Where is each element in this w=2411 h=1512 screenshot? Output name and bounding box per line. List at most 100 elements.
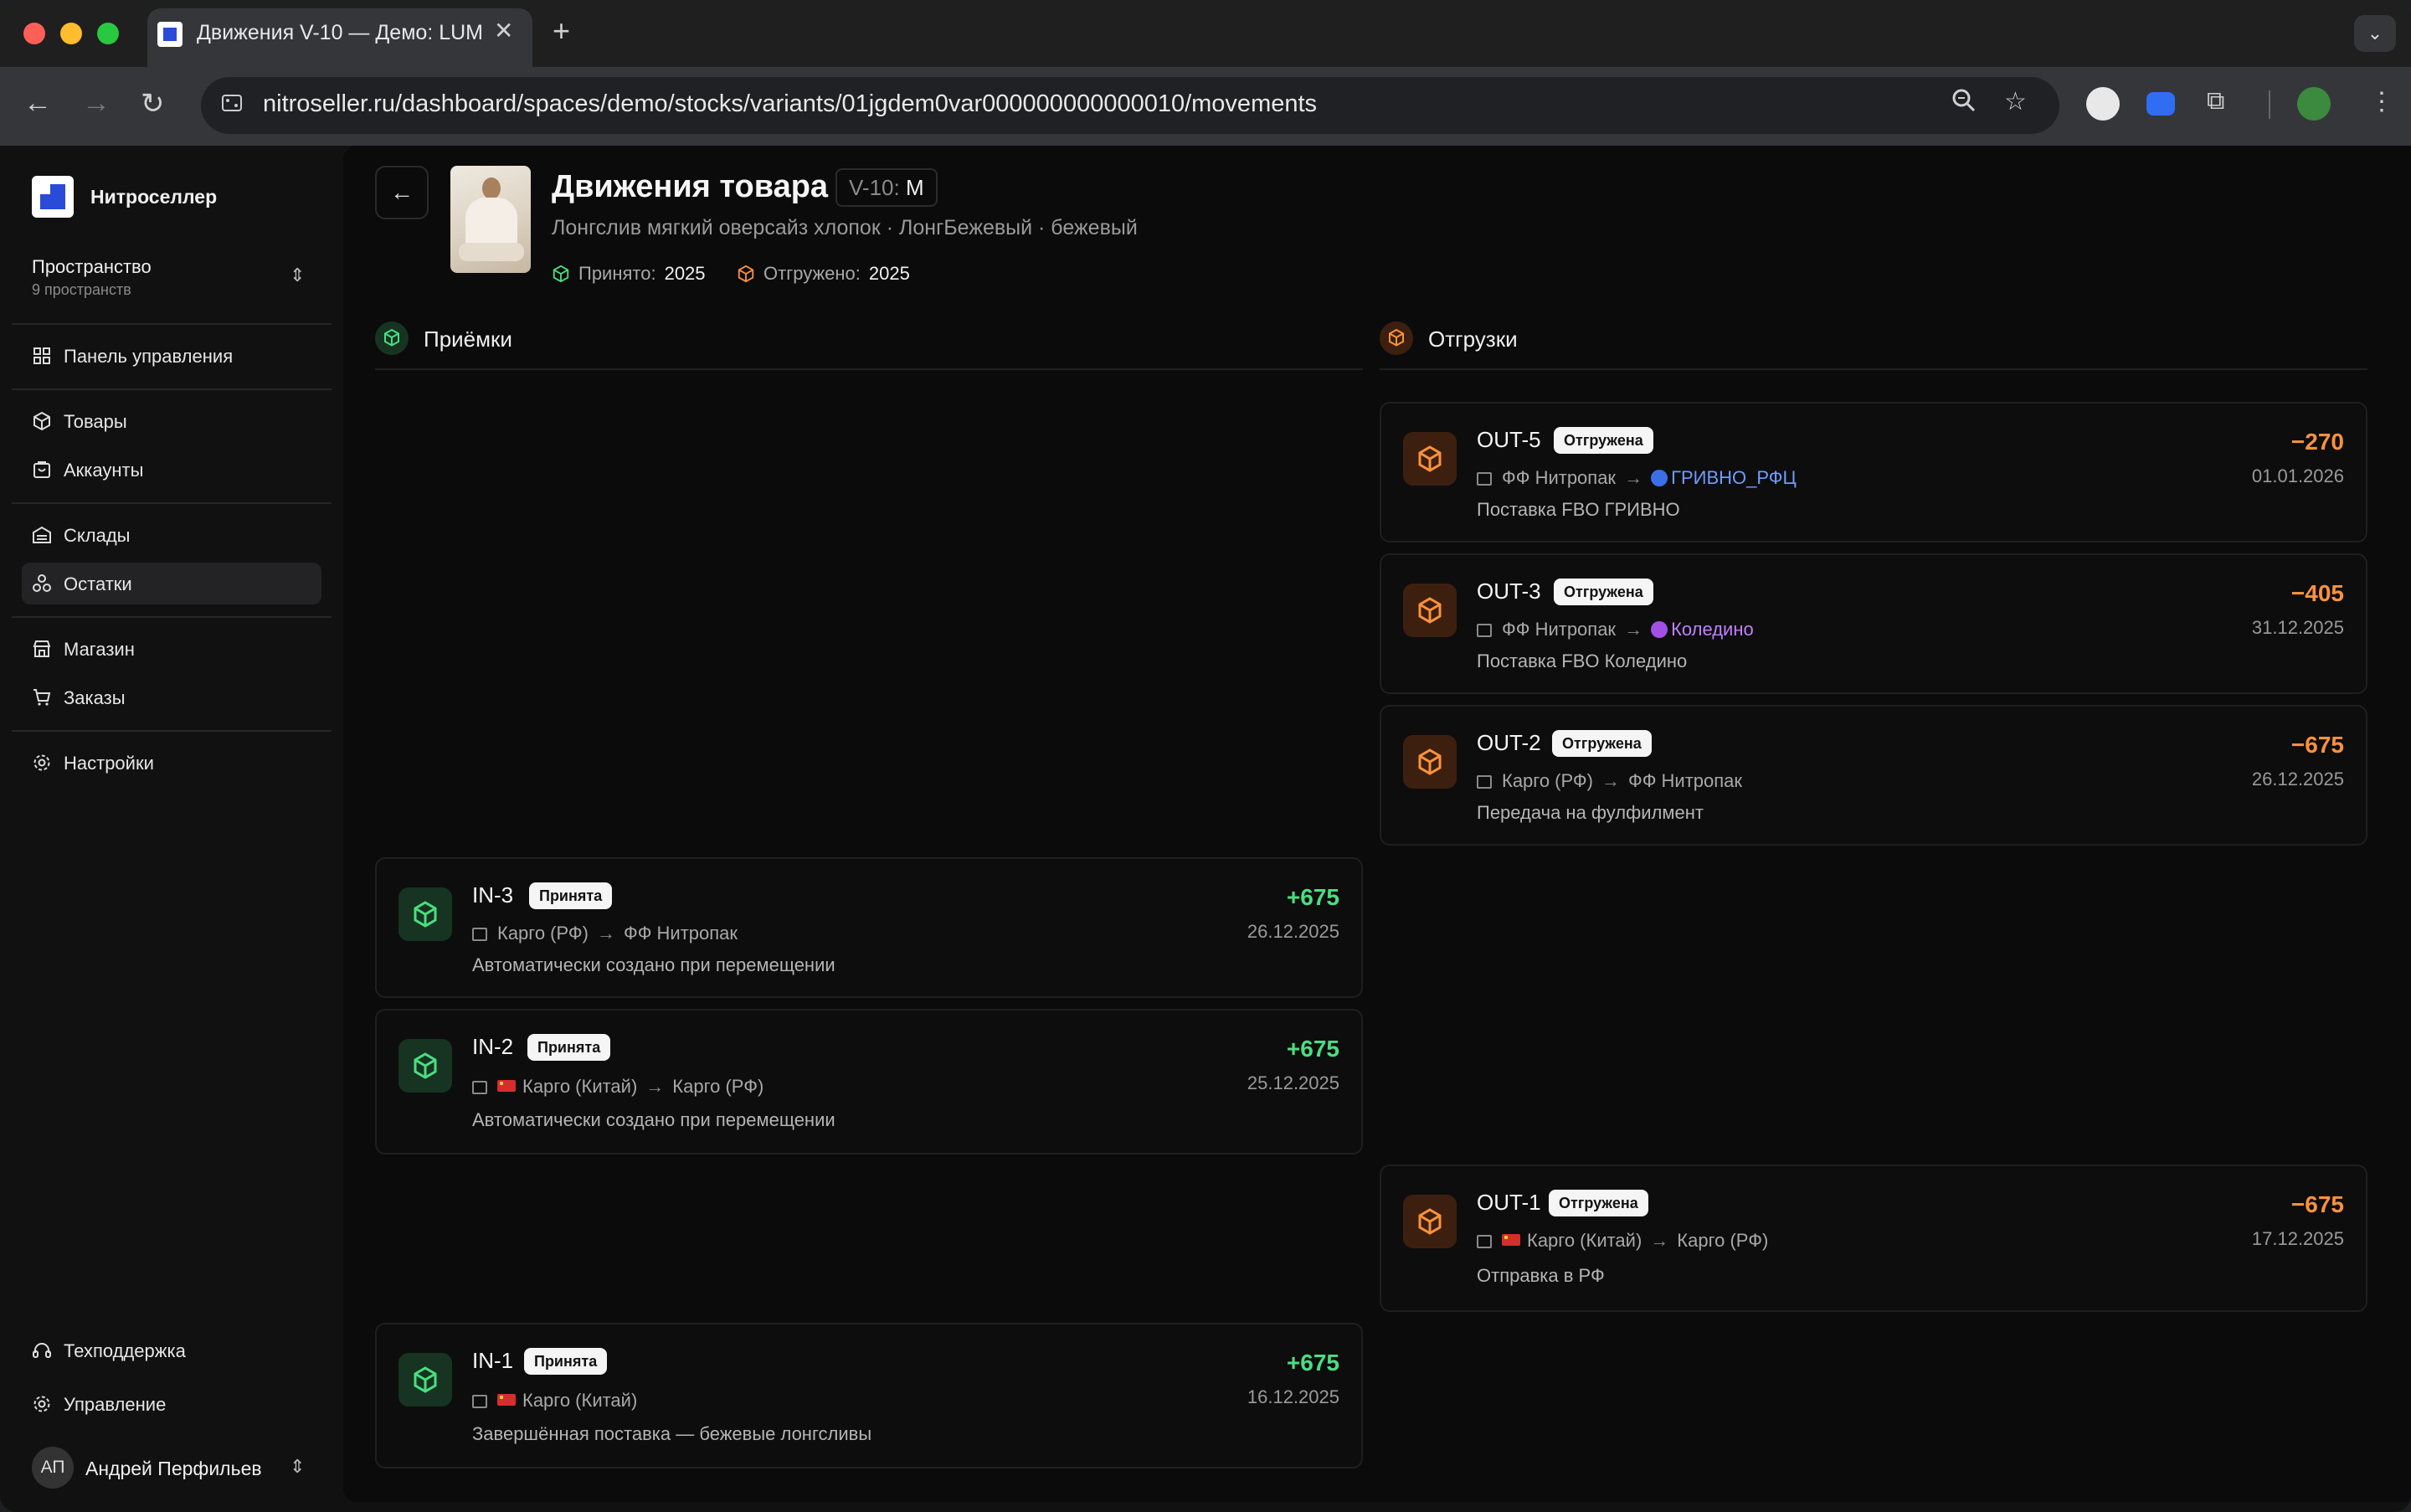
movement-code: OUT-3 (1477, 579, 1541, 604)
sidebar-item-dashboard[interactable]: Панель управления (22, 335, 321, 377)
shipment-card[interactable]: OUT-1 Отгружена Карго (Китай) → Карго (РФ)… (1380, 1165, 2367, 1312)
tab-close-icon[interactable]: ✕ (494, 17, 513, 44)
arrow-right-icon: → (1650, 1230, 1669, 1251)
bookmark-star-icon[interactable]: ☆ (2004, 87, 2027, 116)
sidebar-item-orders[interactable]: Заказы (22, 676, 321, 718)
status-badge: Принята (527, 1034, 611, 1061)
product-subtitle: Лонгслив мягкий оверсайз хлопок · ЛонгБе… (552, 216, 1138, 239)
shipment-card[interactable]: OUT-3 Отгружена ФФ Нитропак → Коледино Пос… (1380, 553, 2367, 694)
arrow-right-icon: → (1601, 770, 1620, 791)
package-out-icon (1403, 735, 1457, 789)
route-to: ГРИВНО_РФЦ (1671, 467, 1797, 488)
space-switcher-title[interactable]: Пространство (32, 256, 152, 278)
warehouse-icon (1477, 1235, 1492, 1248)
sidebar-item-stock[interactable]: Остатки (22, 563, 321, 604)
status-badge: Принята (529, 882, 613, 909)
movement-quantity: −675 (2290, 1191, 2344, 1217)
forward-arrow-icon[interactable]: → (82, 87, 111, 120)
status-badge: Отгружена (1552, 730, 1652, 757)
sidebar-item-support[interactable]: Техподдержка (22, 1329, 321, 1371)
arrow-right-icon: → (596, 923, 615, 944)
account-icon (33, 461, 50, 478)
back-button[interactable]: ← (375, 166, 429, 219)
movement-route: Карго (РФ) → ФФ Нитропак (472, 923, 738, 944)
dashboard-icon (33, 347, 50, 364)
route-to: Коледино (1671, 619, 1754, 640)
sidebar-item-label: Панель управления (64, 346, 234, 367)
store-icon (33, 640, 51, 657)
route-from: Карго (Китай) (1527, 1230, 1642, 1251)
sidebar-divider (12, 730, 332, 732)
warehouse-icon (1477, 624, 1492, 637)
new-tab-icon[interactable]: + (553, 13, 570, 49)
movement-note: Автоматически создано при перемещении (472, 1109, 835, 1130)
receipt-card[interactable]: IN-2 Принята Карго (Китай) → Карго (РФ) Ав… (375, 1009, 1363, 1155)
tab-search-chevron-icon[interactable]: ⌄ (2354, 15, 2396, 52)
movement-code: OUT-5 (1477, 427, 1541, 452)
sidebar-divider (12, 323, 332, 325)
movement-date: 26.12.2025 (1247, 921, 1339, 942)
route-to: Карго (РФ) (672, 1076, 764, 1097)
route-from: ФФ Нитропак (1502, 619, 1617, 640)
sidebar-item-products[interactable]: Товары (22, 400, 321, 442)
sidebar-item-warehouses[interactable]: Склады (22, 514, 321, 556)
back-arrow-icon[interactable]: ← (23, 87, 52, 120)
shipment-card[interactable]: OUT-5 Отгружена ФФ Нитропак → ГРИВНО_РФЦ П… (1380, 402, 2367, 543)
warehouse-icon (1477, 775, 1492, 789)
movement-route: Карго (Китай) → Карго (РФ) (1477, 1230, 1768, 1252)
chevron-updown-icon[interactable]: ⇕ (290, 265, 305, 286)
arrow-right-icon: → (1624, 467, 1643, 488)
url-text[interactable]: nitroseller.ru/dashboard/spaces/demo/sto… (263, 90, 1317, 118)
brand-logo-icon[interactable] (32, 176, 74, 218)
youtube-extension-icon[interactable] (2146, 92, 2175, 116)
product-thumbnail (450, 166, 531, 273)
sidebar-item-accounts[interactable]: Аккаунты (22, 449, 321, 491)
browser-window: Движения V-10 — Демо: LUM ✕ + ⌄ ← → ↻ ni… (0, 0, 2411, 1512)
gear-icon (33, 754, 50, 771)
brand-name[interactable]: Нитроселлер (90, 186, 217, 208)
shipments-title: Отгрузки (1428, 327, 1518, 352)
sidebar-item-store[interactable]: Магазин (22, 628, 321, 670)
receipt-card[interactable]: IN-1 Принята Карго (Китай) Завершённая п… (375, 1323, 1363, 1468)
sidebar-item-label: Настройки (64, 753, 154, 774)
sidebar-item-settings[interactable]: Настройки (22, 742, 321, 784)
sidebar-item-label: Техподдержка (64, 1340, 186, 1361)
received-label: Принято: (578, 263, 656, 284)
sidebar-item-label: Склады (64, 525, 131, 546)
maximize-window-button[interactable] (97, 23, 119, 44)
package-in-icon (553, 265, 569, 283)
page-title: Движения товара (552, 169, 829, 204)
space-switcher-count: 9 пространств (32, 281, 131, 298)
extension-icon[interactable] (2086, 87, 2120, 121)
movement-date: 25.12.2025 (1247, 1072, 1339, 1093)
extensions-puzzle-icon[interactable]: ⧉ (2207, 87, 2224, 116)
status-badge: Принята (524, 1348, 608, 1375)
browser-menu-icon[interactable]: ⋮ (2369, 87, 2394, 116)
receipts-title: Приёмки (424, 327, 512, 352)
zoom-icon[interactable] (1951, 87, 1977, 121)
marketplace-dot-icon (1651, 470, 1668, 486)
site-settings-icon[interactable] (219, 90, 244, 116)
reload-icon[interactable]: ↻ (141, 87, 165, 121)
chevron-updown-icon[interactable]: ⇕ (290, 1456, 305, 1478)
minimize-window-button[interactable] (60, 23, 82, 44)
package-out-icon (1403, 1195, 1457, 1248)
movement-note: Поставка FBO ГРИВНО (1477, 499, 1680, 520)
user-name[interactable]: Андрей Перфильев (85, 1458, 262, 1480)
movement-route: Карго (РФ) → ФФ Нитропак (1477, 770, 1742, 792)
profile-avatar-icon[interactable] (2297, 87, 2331, 121)
sidebar-item-management[interactable]: Управление (22, 1383, 321, 1425)
china-flag-icon (1502, 1234, 1520, 1246)
close-window-button[interactable] (23, 23, 45, 44)
headset-icon (33, 1343, 51, 1358)
movement-date: 31.12.2025 (2251, 617, 2344, 638)
receipt-card[interactable]: IN-3 Принята Карго (РФ) → ФФ Нитропак Авто… (375, 857, 1363, 998)
avatar[interactable]: АП (32, 1447, 74, 1489)
movement-note: Поставка FBO Коледино (1477, 651, 1688, 671)
package-in-icon (398, 1353, 452, 1407)
shipment-card[interactable]: OUT-2 Отгружена Карго (РФ) → ФФ Нитропак П… (1380, 705, 2367, 846)
sidebar-item-label: Остатки (64, 573, 132, 594)
movement-quantity: +675 (1286, 1036, 1339, 1062)
sidebar-item-label: Магазин (64, 639, 135, 660)
gear-icon (33, 1396, 50, 1412)
